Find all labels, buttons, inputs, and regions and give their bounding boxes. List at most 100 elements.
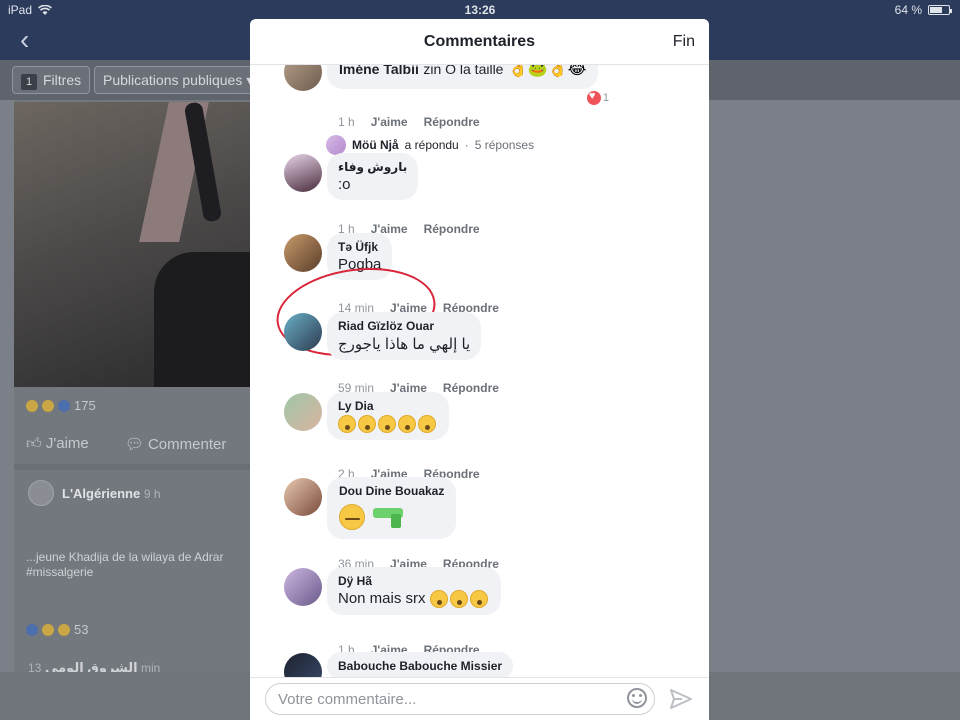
- thumbs-up-icon: 👍︎: [26, 435, 42, 452]
- ok-hand-emoji-icon: 👌: [547, 65, 568, 78]
- avatar: [326, 135, 346, 155]
- post2-reactions[interactable]: 53: [26, 622, 88, 637]
- comment-composer: [250, 677, 709, 720]
- post-photo[interactable]: [14, 101, 250, 387]
- reply-separator: ·: [464, 138, 469, 152]
- like-reaction-icon: [26, 623, 38, 636]
- comment-text-content: Non mais srx: [338, 590, 426, 607]
- avatar[interactable]: [284, 154, 322, 192]
- comment-bubble[interactable]: Tə Üfjk Pogba: [327, 233, 393, 280]
- blank-face-emoji-icon: [358, 415, 376, 434]
- comment-author[interactable]: Dÿ Hã: [338, 574, 490, 588]
- flushed-emoji-icon: [398, 415, 416, 434]
- wow-reaction-icon: [42, 399, 54, 412]
- reply-link[interactable]: Répondre: [424, 222, 480, 236]
- comment-author[interactable]: Dou Dine Bouakaz: [339, 484, 444, 498]
- comment-bubble[interactable]: Ly Dia: [327, 392, 449, 441]
- comment-button[interactable]: 💬︎ Commenter: [125, 435, 227, 453]
- comment-author[interactable]: Riad Gïzlöz Ouar: [338, 319, 470, 333]
- comment-input[interactable]: [265, 683, 655, 715]
- avatar[interactable]: [284, 478, 322, 516]
- battery-percent: 64 %: [894, 3, 922, 17]
- comment-bubble[interactable]: Iméne Talbii zin O la taille 👌🐸👌😂: [327, 65, 599, 89]
- avatar[interactable]: [284, 393, 322, 431]
- comment-author[interactable]: باروش وفاء: [338, 160, 407, 174]
- comment-text: Non mais srx: [338, 590, 490, 609]
- avatar[interactable]: [284, 313, 322, 351]
- hushed-emoji-icon: [418, 415, 436, 434]
- post-text-line: ...jeune Khadija de la wilaya de Adrar: [26, 550, 224, 564]
- ok-hand-emoji-icon: 👌: [507, 65, 528, 78]
- avatar[interactable]: [284, 65, 322, 91]
- background-right: [708, 100, 960, 672]
- comment-text: :o: [338, 176, 351, 193]
- reaction-count: 1: [602, 92, 609, 104]
- comment-reactions[interactable]: 1: [586, 90, 609, 105]
- clock: 13:26: [464, 3, 496, 17]
- avatar[interactable]: [284, 234, 322, 272]
- blank-face-emoji-icon: [378, 415, 396, 434]
- modal-header: Commentaires Fin: [250, 19, 709, 65]
- smiley-icon[interactable]: [627, 688, 647, 708]
- done-button[interactable]: Fin: [673, 33, 695, 51]
- filters-count: 1: [21, 74, 37, 90]
- comment-icon: 💬︎: [124, 436, 144, 453]
- reply-link[interactable]: Répondre: [443, 381, 499, 395]
- like-reaction-icon: [58, 399, 70, 412]
- like-label: J'aime: [45, 435, 89, 452]
- reply-action: a répondu: [404, 138, 459, 152]
- haha-reaction-icon: [26, 399, 38, 412]
- reactions-count: 175: [74, 398, 96, 413]
- surprised-emoji-icon: [449, 590, 468, 609]
- haha-reaction-icon: [58, 623, 70, 636]
- filters-label: Filtres: [43, 72, 82, 88]
- post-actions: 👍︎ J'aime 💬︎ Commenter: [26, 435, 226, 453]
- page-logo[interactable]: [28, 480, 54, 506]
- comment-text: zin O la taille: [423, 65, 504, 77]
- reply-author: Möü Njå: [352, 138, 399, 152]
- reactions-count: 53: [74, 622, 89, 637]
- comment-author[interactable]: Iméne Talbii: [339, 65, 419, 77]
- comment-bubble[interactable]: Dÿ Hã Non mais srx: [327, 567, 501, 616]
- like-link[interactable]: J'aime: [371, 115, 408, 129]
- comment-text: [338, 415, 438, 434]
- feed: 175 👍︎ J'aime 💬︎ Commenter L'Algérienne …: [14, 100, 250, 720]
- comment-bubble[interactable]: Dou Dine Bouakaz: [327, 477, 457, 539]
- joy-emoji-icon: 😂: [567, 65, 587, 78]
- surprised-emoji-icon: [429, 590, 448, 609]
- comment-text: [339, 504, 444, 530]
- avatar[interactable]: [284, 653, 322, 677]
- back-chevron-icon[interactable]: ‹: [20, 26, 29, 54]
- comment-author[interactable]: Babouche Babouche Missier: [338, 659, 502, 673]
- audience-dropdown[interactable]: Publications publiques ▾: [94, 66, 254, 94]
- comment-text: Pogba: [338, 256, 382, 273]
- comment-author[interactable]: Tə Üfjk: [338, 240, 381, 254]
- like-button[interactable]: 👍︎ J'aime: [26, 435, 89, 453]
- filters-button[interactable]: 1 Filtres: [12, 66, 91, 94]
- comment-bubble[interactable]: Babouche Babouche Missier: [327, 652, 514, 677]
- post-time: 9 h: [143, 487, 161, 501]
- comment-time: 1 h: [338, 115, 355, 129]
- wow-reaction-icon: [42, 623, 54, 636]
- hashtag-link[interactable]: #missalgerie: [26, 565, 262, 580]
- reply-count: 5 réponses: [474, 138, 535, 152]
- reply-link[interactable]: Répondre: [424, 115, 480, 129]
- modal-title: Commentaires: [423, 33, 536, 50]
- comments-list[interactable]: Iméne Talbii zin O la taille 👌🐸👌😂 1 1 h …: [250, 65, 709, 677]
- post-header: L'Algérienne 9 h: [62, 486, 161, 501]
- comment-text: يا إلهي ما هاذا ياجورج: [338, 336, 471, 353]
- comment-author[interactable]: Ly Dia: [338, 399, 438, 413]
- frog-emoji-icon: 🐸: [527, 65, 548, 78]
- audience-label: Publications publiques: [103, 72, 243, 88]
- comment-bubble[interactable]: باروش وفاء :o: [327, 153, 419, 200]
- comment-bubble[interactable]: Riad Gïzlöz Ouar يا إلهي ما هاذا ياجورج: [327, 312, 482, 360]
- page-name[interactable]: L'Algérienne: [62, 486, 140, 501]
- surprised-emoji-icon: [469, 590, 488, 609]
- divider: [14, 464, 250, 470]
- replies-summary[interactable]: Möü Njå a répondu · 5 réponses: [326, 135, 534, 155]
- status-bar: iPad 13:26 64 %: [0, 0, 960, 20]
- post-reactions[interactable]: 175: [26, 398, 96, 413]
- avatar[interactable]: [284, 568, 322, 606]
- send-icon[interactable]: [668, 686, 694, 712]
- surprised-emoji-icon: [338, 415, 356, 434]
